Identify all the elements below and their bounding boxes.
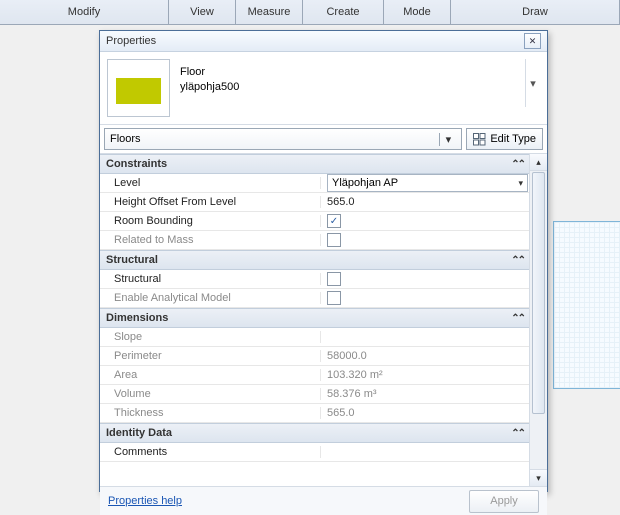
param-volume: Volume 58.376 m³ xyxy=(100,385,530,404)
panel-footer: Properties help Apply xyxy=(100,487,547,515)
param-related-mass: Related to Mass xyxy=(100,231,530,250)
param-label: Enable Analytical Model xyxy=(100,292,321,304)
close-icon[interactable]: ✕ xyxy=(524,33,541,49)
slope-value xyxy=(321,328,530,346)
level-dropdown[interactable]: Yläpohjan AP▾ xyxy=(327,174,528,192)
param-room-bounding: Room Bounding ✓ xyxy=(100,212,530,231)
group-identity[interactable]: Identity Data⌃⌃ xyxy=(100,423,530,443)
param-perimeter: Perimeter 58000.0 xyxy=(100,347,530,366)
apply-button[interactable]: Apply xyxy=(469,490,539,513)
param-label: Volume xyxy=(100,388,321,400)
chevron-down-icon[interactable]: ▾ xyxy=(525,59,540,107)
group-constraints[interactable]: Constraints⌃⌃ xyxy=(100,154,530,174)
ribbon-panel-measure[interactable]: Measure xyxy=(236,0,303,24)
canvas-area[interactable] xyxy=(553,221,620,389)
filter-value: Floors xyxy=(110,133,141,145)
related-mass-checkbox xyxy=(327,233,341,247)
param-comments: Comments xyxy=(100,443,530,462)
perimeter-value: 58000.0 xyxy=(321,347,530,365)
structural-checkbox[interactable] xyxy=(327,272,341,286)
ribbon-panel-mode[interactable]: Mode xyxy=(384,0,451,24)
param-label: Height Offset From Level xyxy=(100,196,321,208)
param-label: Comments xyxy=(100,446,321,458)
collapse-icon: ⌃⌃ xyxy=(511,159,524,170)
chevron-down-icon: ▾ xyxy=(518,178,523,189)
param-label: Slope xyxy=(100,331,321,343)
room-bounding-checkbox[interactable]: ✓ xyxy=(327,214,341,228)
type-selector[interactable]: Floor yläpohja500 ▾ xyxy=(100,52,547,125)
collapse-icon: ⌃⌃ xyxy=(511,428,524,439)
ribbon: Modify View Measure Create Mode Draw xyxy=(0,0,620,25)
ribbon-panel-draw[interactable]: Draw xyxy=(451,0,620,24)
ribbon-panel-view[interactable]: View xyxy=(169,0,236,24)
properties-grid: Constraints⌃⌃ Level Yläpohjan AP▾ Height… xyxy=(100,154,547,487)
comments-input[interactable] xyxy=(321,443,530,461)
param-analytical: Enable Analytical Model xyxy=(100,289,530,308)
param-label: Area xyxy=(100,369,321,381)
group-structural[interactable]: Structural⌃⌃ xyxy=(100,250,530,270)
edit-type-button[interactable]: Edit Type xyxy=(466,128,543,150)
volume-value: 58.376 m³ xyxy=(321,385,530,403)
param-thickness: Thickness 565.0 xyxy=(100,404,530,423)
properties-help-link[interactable]: Properties help xyxy=(108,495,182,507)
ribbon-panel-modify[interactable]: Modify xyxy=(0,0,169,24)
properties-panel: Properties ✕ Floor yläpohja500 ▾ Floors … xyxy=(99,30,548,492)
analytical-checkbox xyxy=(327,291,341,305)
param-slope: Slope xyxy=(100,328,530,347)
panel-title: Properties xyxy=(106,35,156,47)
scroll-thumb[interactable] xyxy=(532,172,545,414)
type-name: yläpohja500 xyxy=(180,80,239,95)
param-area: Area 103.320 m² xyxy=(100,366,530,385)
edit-type-label: Edit Type xyxy=(490,133,536,145)
edit-type-icon xyxy=(473,133,486,146)
filter-dropdown[interactable]: Floors ▾ xyxy=(104,128,462,150)
collapse-icon: ⌃⌃ xyxy=(511,313,524,324)
offset-input[interactable]: 565.0 xyxy=(321,193,530,211)
type-preview xyxy=(107,59,170,117)
group-dimensions[interactable]: Dimensions⌃⌃ xyxy=(100,308,530,328)
param-height-offset: Height Offset From Level 565.0 xyxy=(100,193,530,212)
collapse-icon: ⌃⌃ xyxy=(511,255,524,266)
param-label: Related to Mass xyxy=(100,234,321,246)
param-label: Structural xyxy=(100,273,321,285)
panel-titlebar: Properties ✕ xyxy=(100,31,547,52)
param-structural: Structural xyxy=(100,270,530,289)
scroll-up-icon[interactable]: ▴ xyxy=(530,154,547,171)
chevron-down-icon: ▾ xyxy=(439,133,456,146)
param-label: Room Bounding xyxy=(100,215,321,227)
scrollbar[interactable]: ▴ ▾ xyxy=(529,154,547,486)
param-level: Level Yläpohjan AP▾ xyxy=(100,174,530,193)
type-category: Floor xyxy=(180,65,239,80)
scroll-down-icon[interactable]: ▾ xyxy=(530,469,547,486)
type-selector-text: Floor yläpohja500 xyxy=(180,59,239,95)
param-label: Level xyxy=(100,177,321,189)
area-value: 103.320 m² xyxy=(321,366,530,384)
param-label: Perimeter xyxy=(100,350,321,362)
ribbon-panel-create[interactable]: Create xyxy=(303,0,384,24)
param-label: Thickness xyxy=(100,407,321,419)
thickness-value: 565.0 xyxy=(321,404,530,422)
